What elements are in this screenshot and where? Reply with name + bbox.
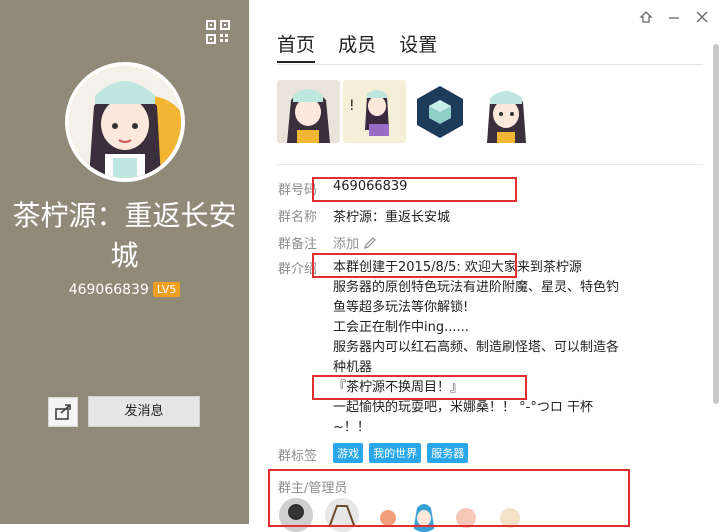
intro-line: 服务器内可以红石高频、制造刷怪塔、可以制造各 [333, 340, 620, 355]
minimize-icon[interactable] [667, 10, 681, 28]
group-name-label: 群名称 [278, 210, 318, 225]
annotation-box [312, 177, 517, 202]
group-id-text: 469066839 [68, 282, 149, 298]
group-name-title: 茶柠源：重返长安城 [12, 199, 237, 272]
qr-code-icon[interactable] [206, 20, 230, 44]
group-remark-label: 群备注 [278, 237, 318, 252]
intro-line: 服务器的原创特色玩法有进阶附魔、星灵、特色钓 [333, 280, 620, 295]
avatar-image [69, 66, 181, 178]
tab-divider [277, 64, 703, 65]
intro-line: 鱼等超多玩法等你解锁! [333, 300, 469, 315]
add-remark-text: 添加 [333, 237, 360, 252]
intro-line: 工会正在制作中ing...... [333, 320, 469, 335]
tag-game[interactable]: 游戏 [333, 443, 363, 463]
photo-thumbnail[interactable] [475, 80, 538, 143]
level-badge: LV5 [152, 282, 181, 297]
group-profile-sidebar: 茶柠源：重返长安城 469066839 LV5 发消息 [0, 0, 249, 524]
photo-thumbnail[interactable] [409, 80, 472, 143]
tab-members[interactable]: 成员 [338, 30, 376, 61]
photo-thumbnail[interactable] [277, 80, 340, 143]
close-icon[interactable] [695, 10, 709, 28]
share-button[interactable] [48, 397, 78, 427]
edit-pencil-icon [364, 237, 377, 249]
group-tags-label: 群标签 [278, 449, 318, 464]
tag-minecraft[interactable]: 我的世界 [369, 443, 422, 463]
scrollbar[interactable] [713, 44, 719, 404]
share-icon [55, 404, 71, 420]
annotation-box [312, 375, 527, 400]
annotation-box [268, 469, 630, 527]
group-avatar[interactable] [65, 62, 185, 182]
intro-line: ~！！ [333, 420, 370, 435]
section-divider [277, 164, 703, 165]
group-name-value: 茶柠源：重返长安城 [333, 210, 451, 225]
tab-settings[interactable]: 设置 [399, 30, 437, 61]
intro-line: 一起愉快的玩耍吧，米娜桑！！ °-°つロ 干杯 [333, 400, 593, 415]
tab-home[interactable]: 首页 [277, 30, 316, 63]
tab-bar: 首页 成员 设置 [277, 30, 455, 63]
photo-thumbnail[interactable]: ! [343, 80, 406, 143]
send-message-button[interactable]: 发消息 [88, 396, 200, 427]
svg-text:!: ! [349, 98, 355, 114]
pin-icon[interactable] [639, 10, 653, 28]
group-id-row: 469066839 LV5 [0, 282, 249, 298]
group-intro-text: 本群创建于2015/8/5: 欢迎大家来到茶柠源 服务器的原创特色玩法有进阶附魔… [333, 258, 678, 438]
add-remark-link[interactable]: 添加 [333, 233, 377, 252]
tag-server[interactable]: 服务器 [427, 443, 469, 463]
annotation-box [312, 253, 517, 278]
group-tags: 游戏 我的世界 服务器 [333, 443, 470, 463]
